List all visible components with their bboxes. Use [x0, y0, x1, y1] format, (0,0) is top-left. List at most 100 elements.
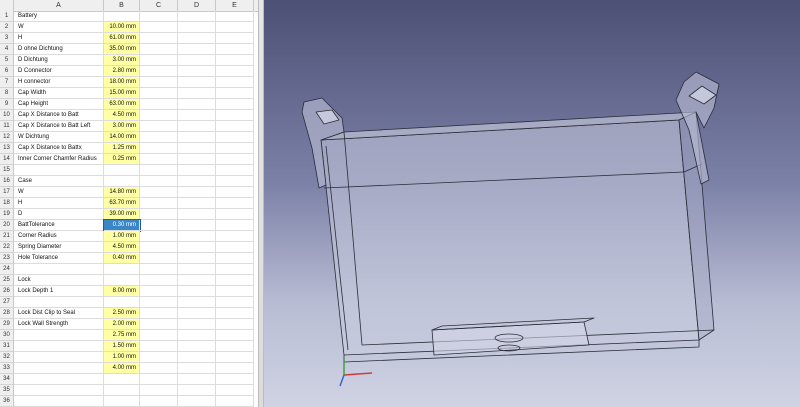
cell-e[interactable]: [216, 396, 254, 407]
cell-c[interactable]: [140, 154, 178, 165]
cell-b-value-selected[interactable]: 0.30 mm: [103, 219, 141, 232]
cell-e[interactable]: [216, 385, 254, 396]
cell-c[interactable]: [140, 275, 178, 286]
cell-d[interactable]: [178, 264, 216, 275]
cell-a-label[interactable]: [14, 341, 104, 352]
cell-e[interactable]: [216, 99, 254, 110]
cell-e[interactable]: [216, 308, 254, 319]
cell-a-label[interactable]: [14, 363, 104, 374]
cell-b-value[interactable]: 14.00 mm: [104, 132, 140, 143]
cell-a-label[interactable]: D Connector: [14, 66, 104, 77]
cell-c[interactable]: [140, 66, 178, 77]
cell-e[interactable]: [216, 88, 254, 99]
cell-b-value[interactable]: 2.75 mm: [104, 330, 140, 341]
cell-d[interactable]: [178, 220, 216, 231]
cell-b-value[interactable]: [104, 374, 140, 385]
cell-b-value[interactable]: 39.00 mm: [104, 209, 140, 220]
cell-a-label[interactable]: Lock: [14, 275, 104, 286]
cell-d[interactable]: [178, 22, 216, 33]
cell-a-label[interactable]: Case: [14, 176, 104, 187]
cell-a-label[interactable]: D Dichtung: [14, 55, 104, 66]
cell-b-value[interactable]: 2.00 mm: [104, 319, 140, 330]
cell-b-value[interactable]: 1.00 mm: [104, 352, 140, 363]
cell-e[interactable]: [216, 319, 254, 330]
cell-a-label[interactable]: D: [14, 209, 104, 220]
cell-a-label[interactable]: [14, 297, 104, 308]
cell-b-value[interactable]: 3.00 mm: [104, 121, 140, 132]
column-header-d[interactable]: D: [178, 0, 216, 11]
cell-e[interactable]: [216, 121, 254, 132]
cell-e[interactable]: [216, 11, 254, 22]
cell-b-value[interactable]: 63.00 mm: [104, 99, 140, 110]
select-all-corner[interactable]: [0, 0, 14, 11]
cell-a-label[interactable]: Cap X Distance to Battx: [14, 143, 104, 154]
row-number[interactable]: 13: [0, 143, 14, 154]
cell-a-label[interactable]: [14, 352, 104, 363]
cell-b-value[interactable]: 8.00 mm: [104, 286, 140, 297]
cell-e[interactable]: [216, 132, 254, 143]
cell-c[interactable]: [140, 242, 178, 253]
cell-d[interactable]: [178, 198, 216, 209]
cell-c[interactable]: [140, 231, 178, 242]
cell-b-value[interactable]: 4.00 mm: [104, 363, 140, 374]
row-number[interactable]: 32: [0, 352, 14, 363]
cell-a-label[interactable]: [14, 264, 104, 275]
cell-c[interactable]: [140, 341, 178, 352]
cell-c[interactable]: [140, 99, 178, 110]
row-number[interactable]: 19: [0, 209, 14, 220]
cell-e[interactable]: [216, 22, 254, 33]
cell-a-label[interactable]: Cap Width: [14, 88, 104, 99]
cell-d[interactable]: [178, 308, 216, 319]
cell-a-label[interactable]: H connector: [14, 77, 104, 88]
cell-e[interactable]: [216, 363, 254, 374]
row-number[interactable]: 15: [0, 165, 14, 176]
row-number[interactable]: 35: [0, 385, 14, 396]
cell-c[interactable]: [140, 374, 178, 385]
cell-d[interactable]: [178, 396, 216, 407]
cell-e[interactable]: [216, 176, 254, 187]
column-header-c[interactable]: C: [140, 0, 178, 11]
cell-e[interactable]: [216, 275, 254, 286]
row-number[interactable]: 9: [0, 99, 14, 110]
cell-e[interactable]: [216, 231, 254, 242]
cell-c[interactable]: [140, 198, 178, 209]
cell-a-label[interactable]: [14, 385, 104, 396]
cell-c[interactable]: [140, 187, 178, 198]
row-number[interactable]: 7: [0, 77, 14, 88]
cell-e[interactable]: [216, 297, 254, 308]
cell-b-value[interactable]: 4.50 mm: [104, 242, 140, 253]
cell-d[interactable]: [178, 77, 216, 88]
column-header-a[interactable]: A: [14, 0, 104, 11]
cell-c[interactable]: [140, 77, 178, 88]
cell-d[interactable]: [178, 242, 216, 253]
cell-a-label[interactable]: Cap X Distance to Batt: [14, 110, 104, 121]
cell-c[interactable]: [140, 319, 178, 330]
row-number[interactable]: 30: [0, 330, 14, 341]
cell-c[interactable]: [140, 264, 178, 275]
cell-a-label[interactable]: Lock Depth 1: [14, 286, 104, 297]
cell-d[interactable]: [178, 55, 216, 66]
cell-d[interactable]: [178, 275, 216, 286]
row-number[interactable]: 28: [0, 308, 14, 319]
cell-a-label[interactable]: Lock Dist Clip to Seal: [14, 308, 104, 319]
row-number[interactable]: 31: [0, 341, 14, 352]
cell-a-label[interactable]: H: [14, 198, 104, 209]
row-number[interactable]: 5: [0, 55, 14, 66]
cell-d[interactable]: [178, 330, 216, 341]
cell-c[interactable]: [140, 286, 178, 297]
cell-b-value[interactable]: 2.80 mm: [104, 66, 140, 77]
cell-b-value[interactable]: [104, 264, 140, 275]
cell-e[interactable]: [216, 55, 254, 66]
cell-d[interactable]: [178, 121, 216, 132]
cell-c[interactable]: [140, 44, 178, 55]
cell-d[interactable]: [178, 110, 216, 121]
cell-d[interactable]: [178, 99, 216, 110]
cell-d[interactable]: [178, 253, 216, 264]
cell-c[interactable]: [140, 330, 178, 341]
cell-b-value[interactable]: 15.00 mm: [104, 88, 140, 99]
cell-b-value[interactable]: [104, 396, 140, 407]
cell-c[interactable]: [140, 396, 178, 407]
cell-c[interactable]: [140, 165, 178, 176]
spreadsheet[interactable]: A B C D E 1 Battery 2 W 10.00 mm 3 H 61.00 mm 4 D…: [0, 0, 260, 407]
cell-d[interactable]: [178, 187, 216, 198]
